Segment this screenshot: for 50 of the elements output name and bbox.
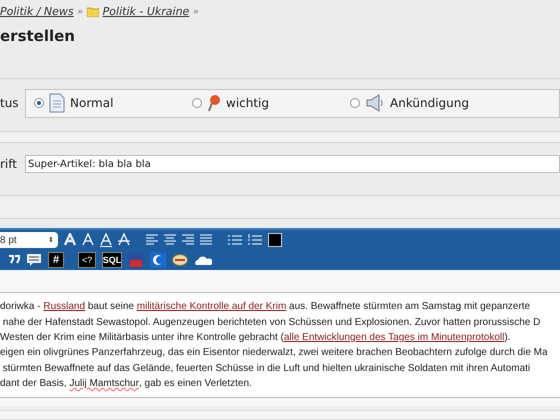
breadcrumb-separator: » <box>78 5 83 18</box>
speech-bubble-icon[interactable] <box>26 253 42 268</box>
bold-icon[interactable] <box>64 233 76 248</box>
article-text: stürmten Bewaffnete auf das Gelände, feuerten Schüsse in die Luft und hielten ukrainische Soldaten mit ihren Automati <box>2 362 530 376</box>
text-color-icon[interactable] <box>268 233 282 248</box>
article-text: , gab es einen Verletzten. <box>138 376 252 391</box>
hash-icon[interactable]: # <box>48 252 64 268</box>
field-label: rift <box>0 156 18 174</box>
strikethrough-icon[interactable] <box>118 233 130 248</box>
article-text: aus. Bewaffnete stürmten am Samstag mit gepanzerte <box>288 300 530 314</box>
align-right-icon[interactable] <box>182 234 194 246</box>
article-text: baut seine <box>86 300 135 314</box>
align-center-icon[interactable] <box>164 234 176 246</box>
sql-icon[interactable]: SQL <box>102 252 122 268</box>
moon-icon[interactable] <box>150 252 166 268</box>
code-icon[interactable]: <? <box>78 252 96 268</box>
field-label: tus <box>0 94 20 112</box>
article-text: ). <box>504 331 510 346</box>
align-left-icon[interactable] <box>146 234 158 246</box>
radio-label[interactable]: Normal <box>70 94 114 112</box>
document-icon <box>49 93 65 114</box>
pin-icon <box>207 94 221 112</box>
article-link[interactable]: Russland <box>43 299 86 315</box>
breadcrumb-separator: » <box>193 5 198 18</box>
article-text: dant der Basis, <box>0 376 68 391</box>
justify-icon[interactable] <box>200 234 212 246</box>
radio-button[interactable] <box>192 98 202 108</box>
megaphone-icon <box>365 94 385 112</box>
underline-icon[interactable] <box>100 233 112 248</box>
article-text: eigen ein olivgrünes Panzerfahrzeug, das ein Eisentor niederwalzt, zwei weitere brachen Beobachtern zufolge durch die Ma <box>0 346 548 360</box>
radio-label[interactable]: wichtig <box>226 94 270 112</box>
article-text: doriwka - <box>0 300 42 314</box>
radio-button[interactable] <box>350 98 360 108</box>
radio-button[interactable] <box>34 98 44 108</box>
radio-label[interactable]: Ankündigung <box>390 94 470 112</box>
article-link[interactable]: militärische Kontrolle auf der Krim <box>136 299 286 315</box>
bullet-list-icon[interactable] <box>228 234 242 246</box>
article-text: nahe der Hafenstadt Sewastopol. Augenzeugen berichteten von Schüssen und Explosionen. Zuvor hatten prorussische D <box>2 316 540 330</box>
article-link[interactable]: alle Entwicklungen des Tages im Minutenprotokoll <box>284 330 504 346</box>
page-heading: erstellen <box>0 26 76 47</box>
italic-icon[interactable] <box>82 233 94 248</box>
quote-icon[interactable] <box>8 255 20 266</box>
editor-area[interactable] <box>0 292 560 398</box>
misspelled-name: Julij Mamtschur <box>69 376 139 391</box>
breadcrumb-link[interactable]: Politik / News <box>0 4 74 20</box>
cloud-icon[interactable] <box>194 254 212 266</box>
title-input[interactable]: Super-Artikel: bla bla bla <box>25 155 560 174</box>
numbered-list-icon[interactable] <box>248 234 262 246</box>
breadcrumb-link[interactable]: Politik - Ukraine <box>102 4 190 20</box>
article-text: Westen der Krim eine Militärbasis unter ihre Kontrolle gebracht ( <box>0 331 284 346</box>
